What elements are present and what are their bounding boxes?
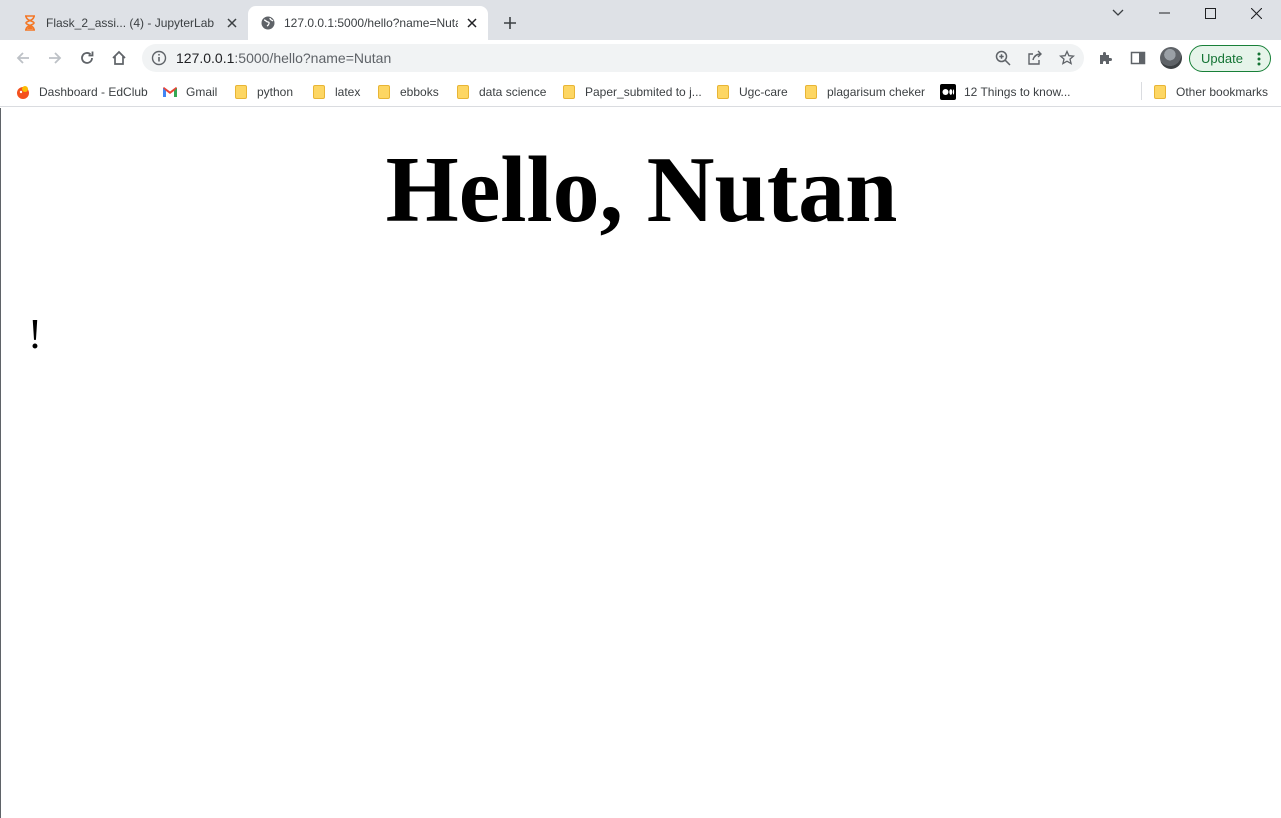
bookmark-folder-plagiarism-checker[interactable]: plagarisum cheker <box>803 82 925 102</box>
close-icon[interactable] <box>224 15 240 31</box>
bookmark-folder-latex[interactable]: latex <box>311 82 360 102</box>
profile-avatar[interactable] <box>1160 47 1182 69</box>
tab-search-chevron-icon[interactable] <box>1095 0 1141 26</box>
bookmarks-divider <box>1141 82 1142 100</box>
gmail-icon <box>162 84 178 100</box>
bookmark-other-bookmarks[interactable]: Other bookmarks <box>1152 82 1268 102</box>
bookmark-folder-paper-submitted[interactable]: Paper_submited to j... <box>561 82 702 102</box>
tab-title: 127.0.0.1:5000/hello?name=Nutan <box>284 16 458 30</box>
folder-icon <box>1152 84 1168 100</box>
folder-icon <box>715 84 731 100</box>
bookmark-edclub[interactable]: Dashboard - EdClub <box>15 82 148 102</box>
bookmark-label: latex <box>335 85 361 99</box>
globe-icon <box>260 15 276 31</box>
close-window-button[interactable] <box>1233 0 1279 26</box>
folder-icon <box>561 84 577 100</box>
url-path: :5000/hello?name=Nutan <box>234 50 392 66</box>
bookmark-star-icon[interactable] <box>1057 48 1077 68</box>
bookmark-label: Gmail <box>186 85 218 99</box>
bookmark-label: Paper_submited to j... <box>585 85 702 99</box>
reload-button[interactable] <box>75 46 99 70</box>
exclamation-text: ! <box>28 312 42 358</box>
maximize-button[interactable] <box>1187 0 1233 26</box>
tab-title: Flask_2_assi... (4) - JupyterLab <box>46 16 215 30</box>
bookmark-folder-data-science[interactable]: data science <box>455 82 546 102</box>
bookmark-folder-ebboks[interactable]: ebboks <box>376 82 439 102</box>
update-button[interactable]: Update <box>1189 45 1271 72</box>
folder-icon <box>233 84 249 100</box>
bookmark-label: ebboks <box>400 85 439 99</box>
update-label: Update <box>1201 51 1243 66</box>
browser-toolbar: 127.0.0.1:5000/hello?name=Nutan Update <box>0 40 1281 76</box>
folder-icon <box>455 84 471 100</box>
bookmark-label: Other bookmarks <box>1176 85 1269 99</box>
edclub-icon <box>15 84 31 100</box>
page-heading: Hello, Nutan <box>385 138 898 242</box>
page-content: Hello, Nutan ! <box>0 108 1281 818</box>
bookmark-medium-article[interactable]: 12 Things to know... <box>940 82 1071 102</box>
url-host: 127.0.0.1 <box>176 50 235 66</box>
folder-icon <box>803 84 819 100</box>
address-bar[interactable]: 127.0.0.1:5000/hello?name=Nutan <box>142 44 1084 72</box>
site-info-icon[interactable] <box>151 50 167 66</box>
close-icon[interactable] <box>464 15 480 31</box>
home-button[interactable] <box>107 46 131 70</box>
bookmark-label: data science <box>479 85 547 99</box>
folder-icon <box>376 84 392 100</box>
bookmark-label: Dashboard - EdClub <box>39 85 148 99</box>
bookmark-gmail[interactable]: Gmail <box>162 82 217 102</box>
medium-icon <box>940 84 956 100</box>
bookmark-folder-ugc-care[interactable]: Ugc-care <box>715 82 788 102</box>
side-panel-icon[interactable] <box>1128 48 1148 68</box>
tab-hello[interactable]: 127.0.0.1:5000/hello?name=Nutan <box>248 6 488 40</box>
forward-button[interactable] <box>43 46 67 70</box>
bookmark-label: Ugc-care <box>739 85 788 99</box>
bookmark-label: plagarisum cheker <box>827 85 926 99</box>
new-tab-button[interactable] <box>500 13 520 33</box>
zoom-icon[interactable] <box>993 48 1013 68</box>
tab-strip: Flask_2_assi... (4) - JupyterLab 127.0.0… <box>0 0 1281 40</box>
bookmark-label: python <box>257 85 294 99</box>
tab-jupyterlab[interactable]: Flask_2_assi... (4) - JupyterLab <box>8 6 248 40</box>
minimize-button[interactable] <box>1141 0 1187 26</box>
bookmark-label: 12 Things to know... <box>964 85 1071 99</box>
share-icon[interactable] <box>1025 48 1045 68</box>
bookmarks-bar: Dashboard - EdClub Gmail python latex eb… <box>0 76 1281 107</box>
bookmark-folder-python[interactable]: python <box>233 82 293 102</box>
kebab-menu-icon[interactable] <box>1257 52 1261 66</box>
extensions-puzzle-icon[interactable] <box>1096 48 1116 68</box>
url-text[interactable]: 127.0.0.1:5000/hello?name=Nutan <box>176 50 391 66</box>
back-button[interactable] <box>11 46 35 70</box>
jupyter-hourglass-icon <box>22 15 38 31</box>
folder-icon <box>311 84 327 100</box>
